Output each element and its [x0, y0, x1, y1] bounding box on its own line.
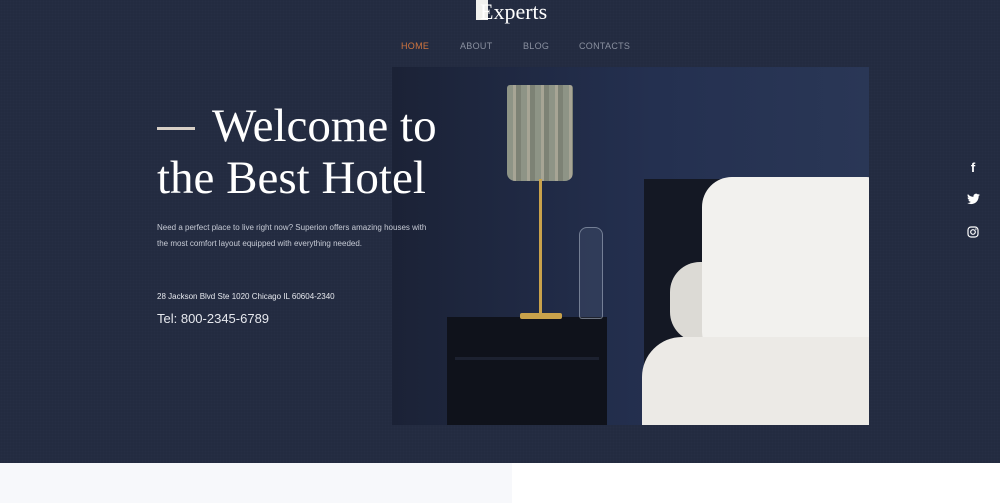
address: 28 Jackson Blvd Ste 1020 Chicago IL 6060… — [157, 292, 335, 301]
nav-home[interactable]: HOME — [401, 41, 429, 51]
bottle — [579, 227, 603, 319]
main-nav: HOME ABOUT BLOG CONTACTS — [0, 41, 1000, 55]
next-section-strip — [0, 463, 1000, 503]
nav-blog[interactable]: BLOG — [523, 41, 549, 51]
hero-title-line1: Welcome to — [212, 100, 437, 152]
facebook-icon[interactable]: f — [964, 160, 982, 176]
instagram-glyph — [967, 226, 979, 238]
pillow — [702, 177, 869, 352]
logo-text: Experts — [480, 0, 548, 24]
bed — [642, 337, 869, 425]
nightstand — [447, 317, 607, 425]
lamp-pole — [539, 179, 542, 317]
nav-about[interactable]: ABOUT — [460, 41, 493, 51]
instagram-icon[interactable] — [964, 226, 982, 242]
hero-description: Need a perfect place to live right now? … — [157, 223, 427, 248]
lamp-shade — [507, 85, 573, 181]
hero-section: Experts HOME ABOUT BLOG CONTACTS Welcome… — [0, 0, 1000, 463]
hero-title: Welcome to the Best Hotel — [157, 100, 487, 204]
lamp-base — [520, 313, 562, 319]
hero-title-line2: the Best Hotel — [157, 152, 426, 204]
nav-contacts[interactable]: CONTACTS — [579, 41, 630, 51]
logo[interactable]: Experts — [476, 0, 547, 24]
phone[interactable]: Tel: 800-2345-6789 — [157, 311, 269, 326]
twitter-icon[interactable] — [964, 193, 982, 209]
twitter-glyph — [966, 193, 980, 205]
next-section-left — [0, 463, 512, 503]
